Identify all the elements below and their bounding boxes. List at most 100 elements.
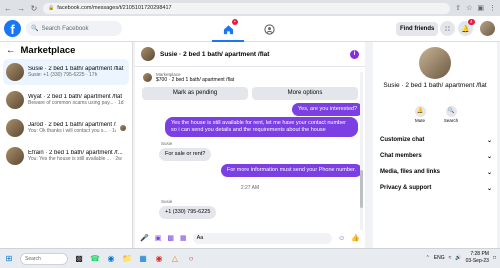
message-timestamp: 2:27 AM: [240, 185, 260, 191]
search-input[interactable]: 🔍 Search Facebook: [26, 21, 122, 36]
whatsapp-icon[interactable]: ☎: [90, 254, 100, 264]
section-label: Privacy & support: [380, 185, 432, 191]
conversation-avatar: [6, 147, 24, 165]
facebook-header: f 🔍 Search Facebook • Find friends ∷ 🔔 4: [0, 16, 500, 42]
app-icon[interactable]: ○: [186, 254, 196, 264]
microphone-icon[interactable]: 🎤: [140, 234, 149, 242]
windows-start-icon[interactable]: ⊞: [4, 254, 14, 264]
edge-icon[interactable]: ◉: [106, 254, 116, 264]
profile-avatar[interactable]: [419, 47, 451, 79]
marketplace-conversations-panel: ← Marketplace Susie · 2 bed 1 bath/ apar…: [0, 42, 133, 248]
volume-icon[interactable]: 🔊: [455, 255, 461, 261]
chat-avatar[interactable]: [141, 47, 155, 61]
find-friends-button[interactable]: Find friends: [396, 22, 439, 36]
more-options-button[interactable]: More options: [252, 87, 358, 100]
profile-name: Susie · 2 bed 1 bath/ apartment /flat: [383, 82, 487, 89]
home-icon: [223, 24, 233, 34]
taskbar-search[interactable]: Search: [20, 252, 68, 265]
forward-icon[interactable]: →: [17, 4, 25, 13]
url-text: facebook.com/messages/t/2105101720298417: [57, 5, 172, 11]
mute-button[interactable]: 🔔 Mute: [405, 106, 435, 123]
groups-icon: [263, 23, 275, 35]
account-avatar[interactable]: [480, 21, 495, 36]
sticker-icon[interactable]: ▩: [167, 234, 174, 242]
chat-panel: Susie · 2 bed 1 bath/ apartment /flat i …: [135, 42, 365, 248]
message-sender: Susie: [161, 141, 173, 146]
vlc-icon[interactable]: △: [170, 254, 180, 264]
home-tab[interactable]: •: [208, 19, 248, 42]
emoji-icon[interactable]: ☺: [338, 235, 345, 242]
reload-icon[interactable]: ↻: [30, 4, 38, 13]
chevron-down-icon: ⌄: [486, 186, 492, 192]
address-bar[interactable]: 🔒 facebook.com/messages/t/21051017202984…: [43, 2, 451, 14]
clock-date: 03-Sep-23: [465, 258, 489, 264]
search-icon: 🔍: [31, 26, 39, 32]
chevron-up-icon[interactable]: ⌃: [426, 255, 430, 261]
language-indicator[interactable]: ENG: [434, 255, 445, 261]
chevron-down-icon: ⌄: [486, 154, 492, 160]
grid-icon: ∷: [445, 25, 450, 33]
notification-center-icon[interactable]: □: [493, 255, 496, 261]
section-label: Chat members: [380, 153, 422, 159]
marketplace-title: Marketplace: [20, 45, 76, 56]
back-arrow-icon[interactable]: ←: [6, 45, 16, 56]
message-bubble-outgoing: Yes the house is still available for ren…: [165, 117, 358, 137]
section-label: Media, files and links: [380, 169, 441, 175]
search-icon: 🔍: [445, 106, 457, 117]
listing-card[interactable]: Marketplace $700 · 2 bed 1 bath/ apartme…: [143, 72, 234, 83]
browser-toolbar: ← → ↻ 🔒 facebook.com/messages/t/21051017…: [0, 0, 500, 16]
conversation-item[interactable]: Jarod · 2 bed 1 bath/ apartment /flat Yo…: [3, 115, 129, 141]
extensions-icon[interactable]: ▣: [477, 4, 484, 12]
listing-price: $700 · 2 bed 1 bath/ apartment /flat: [156, 77, 235, 83]
bell-icon: 🔔: [461, 25, 470, 33]
image-icon[interactable]: ▣: [155, 234, 162, 242]
chrome-icon[interactable]: ◉: [154, 254, 164, 264]
task-view-icon[interactable]: ▩: [74, 254, 84, 264]
message-input[interactable]: Aa: [192, 232, 333, 244]
media-files-links-section[interactable]: Media, files and links ⌄: [380, 169, 492, 176]
customize-chat-section[interactable]: Customize chat ⌄: [380, 137, 492, 144]
conversation-item[interactable]: Efrain · 2 bed 1 bath/ apartment /f... Y…: [3, 143, 129, 169]
lock-icon: 🔒: [48, 5, 55, 11]
mark-as-pending-button[interactable]: Mark as pending: [142, 87, 248, 100]
bookmark-star-icon[interactable]: ☆: [466, 4, 472, 12]
marketplace-header: ← Marketplace: [6, 45, 75, 56]
message-bubble-outgoing: Yes, are you interested?: [292, 103, 364, 116]
menu-grid-button[interactable]: ∷: [440, 21, 455, 36]
wifi-icon[interactable]: ≈: [449, 255, 452, 261]
system-tray: ⌃ ENG ≈ 🔊 7:28 PM 03-Sep-23 □: [426, 251, 496, 265]
home-badge: •: [232, 19, 238, 25]
message-bubble-incoming: For sale or rent?: [159, 148, 212, 161]
seen-avatar: [120, 125, 126, 131]
clock[interactable]: 7:28 PM 03-Sep-23: [466, 251, 489, 265]
info-icon[interactable]: i: [350, 49, 359, 59]
chat-members-section[interactable]: Chat members ⌄: [380, 153, 492, 160]
message-sender: Susie: [161, 199, 173, 204]
groups-tab[interactable]: [249, 19, 289, 39]
conversation-preview: Susie: +1 (330) 795-6225 · 17h: [28, 72, 98, 78]
facebook-logo-icon[interactable]: f: [4, 20, 21, 37]
chat-scrollbar[interactable]: [360, 72, 363, 230]
mute-label: Mute: [414, 118, 425, 123]
notifications-button[interactable]: 🔔 4: [458, 19, 475, 36]
chevron-down-icon: ⌄: [486, 138, 492, 144]
conversation-item[interactable]: Wyat · 2 bed 1 bath/ apartment /flat Bew…: [3, 87, 129, 113]
share-icon[interactable]: ⇧: [455, 4, 461, 12]
file-explorer-icon[interactable]: 📁: [122, 254, 132, 264]
chat-title[interactable]: Susie · 2 bed 1 bath/ apartment /flat: [160, 51, 345, 58]
bell-icon: 🔔: [414, 106, 426, 117]
conversation-details-panel: Susie · 2 bed 1 bath/ apartment /flat 🔔 …: [373, 42, 497, 248]
conversation-item[interactable]: Susie · 2 bed 1 bath/ apartment /flat Su…: [3, 59, 129, 85]
back-icon[interactable]: ←: [4, 4, 12, 13]
privacy-support-section[interactable]: Privacy & support ⌄: [380, 185, 492, 192]
store-icon[interactable]: ▦: [138, 254, 148, 264]
conversation-preview: You: Yes the house is still available ..…: [28, 156, 122, 162]
scroll-thumb[interactable]: [360, 170, 363, 208]
search-in-conversation-button[interactable]: 🔍 Search: [436, 106, 466, 123]
conversation-avatar: [6, 91, 24, 109]
thumbs-up-icon[interactable]: 👍: [351, 234, 360, 242]
menu-dots-icon[interactable]: ⋮: [489, 4, 496, 12]
clock-time: 7:28 PM: [470, 251, 489, 257]
gif-icon[interactable]: ▦: [180, 234, 187, 242]
section-label: Customize chat: [380, 137, 425, 143]
